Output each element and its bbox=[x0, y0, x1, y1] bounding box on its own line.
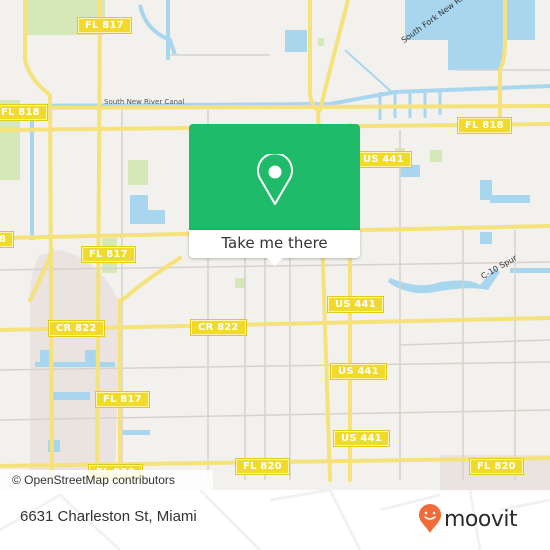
popup-pointer bbox=[266, 257, 284, 266]
moovit-pin-icon bbox=[419, 504, 441, 533]
road-shield: FL 820 bbox=[235, 458, 290, 475]
road-shield: FL 817 bbox=[81, 246, 136, 263]
take-me-there-button[interactable]: Take me there bbox=[189, 230, 360, 258]
road-shield: CR 822 bbox=[48, 320, 105, 337]
moovit-logo[interactable]: moovit bbox=[418, 502, 518, 536]
take-me-there-label: Take me there bbox=[221, 234, 328, 252]
map-view[interactable]: FL 817 FL 818 FL 818 US 441 FL 817 CR 82… bbox=[0, 0, 550, 490]
road-shield: FL 818 bbox=[457, 117, 512, 134]
road-shield: US 441 bbox=[327, 296, 384, 313]
road-shield: CR 822 bbox=[190, 319, 247, 336]
map-attribution[interactable]: © OpenStreetMap contributors bbox=[0, 470, 213, 490]
road-shield: FL 820 bbox=[469, 458, 524, 475]
road-shield: FL 817 bbox=[95, 391, 150, 408]
road-shield: FL 817 bbox=[77, 17, 132, 34]
location-popup[interactable]: Take me there bbox=[189, 124, 360, 266]
popup-header[interactable] bbox=[189, 124, 360, 230]
address-text: 6631 Charleston St, Miami bbox=[20, 508, 197, 525]
map-pin-icon bbox=[257, 154, 293, 205]
road-shield: 8 bbox=[0, 231, 15, 248]
footer-bar: 6631 Charleston St, Miami moovit bbox=[0, 490, 550, 550]
road-shield: US 441 bbox=[333, 430, 390, 447]
water-label: South New River Canal bbox=[104, 98, 185, 106]
moovit-wordmark: moovit bbox=[444, 506, 518, 532]
road-shield: US 441 bbox=[330, 363, 387, 380]
road-shield: US 441 bbox=[355, 151, 412, 168]
road-shield: FL 818 bbox=[0, 104, 48, 121]
